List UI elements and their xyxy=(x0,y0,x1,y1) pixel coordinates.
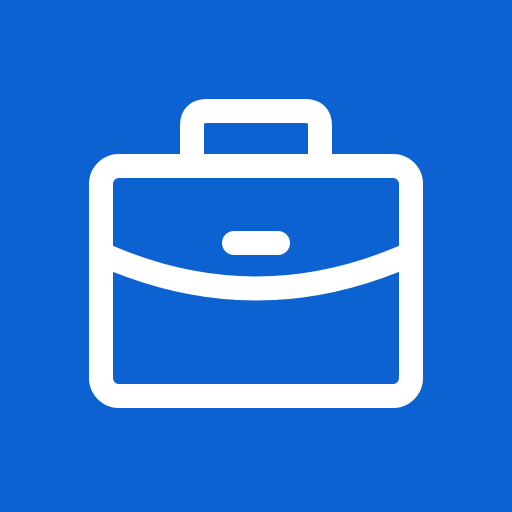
briefcase-icon xyxy=(89,99,423,408)
app-icon-tile xyxy=(0,0,512,512)
